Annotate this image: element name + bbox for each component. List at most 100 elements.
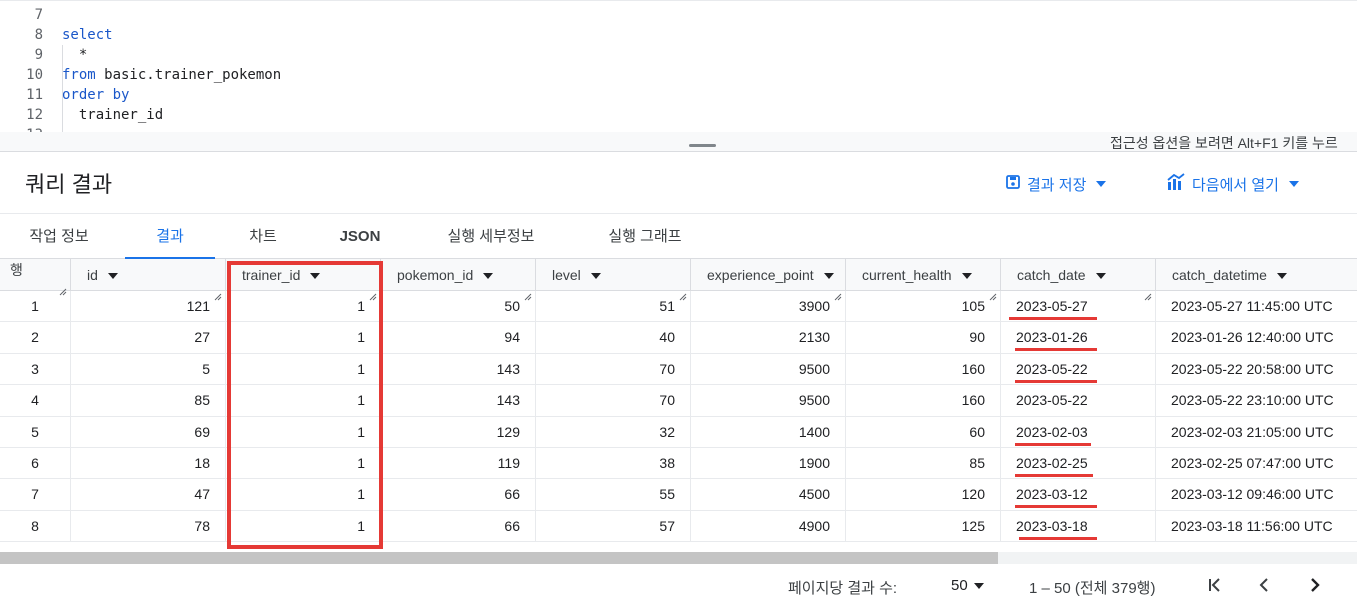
sql-editor[interactable]: 7 8 select 9 * 10 from basic.trainer_pokemon 1… (0, 0, 1357, 132)
cell-level[interactable]: 55 (536, 479, 691, 511)
column-resize-icon[interactable] (524, 280, 532, 301)
save-results-button[interactable]: 결과 저장 (1005, 170, 1107, 198)
cell-id[interactable]: 85 (71, 385, 226, 417)
cell-pokemon-id[interactable]: 66 (381, 510, 536, 542)
cell-catch-datetime[interactable]: 2023-02-25 07:47:00 UTC (1156, 448, 1357, 479)
cell-current-health[interactable]: 160 (846, 385, 1001, 417)
cell-catch-datetime[interactable]: 2023-05-27 11:45:00 UTC (1156, 291, 1357, 322)
cell-current-health[interactable]: 85 (846, 448, 1001, 479)
cell-id[interactable]: 5 (71, 353, 226, 385)
cell-id[interactable]: 69 (71, 416, 226, 448)
sort-dropdown-icon[interactable] (961, 273, 972, 280)
column-header-level[interactable]: level (536, 259, 691, 301)
cell-experience-point[interactable]: 9500 (691, 353, 846, 385)
tab-job-info[interactable]: 작업 정보 (14, 214, 104, 259)
cell-id[interactable]: 18 (71, 448, 226, 479)
column-resize-icon[interactable] (989, 280, 997, 301)
column-header-trainer-id[interactable]: trainer_id (226, 259, 381, 301)
cell-trainer-id[interactable]: 1 (226, 479, 381, 511)
drag-handle-icon[interactable] (689, 144, 716, 147)
horizontal-scrollbar-thumb[interactable] (0, 552, 998, 564)
cell-pokemon-id[interactable]: 129 (381, 416, 536, 448)
cell-catch-datetime[interactable]: 2023-01-26 12:40:00 UTC (1156, 322, 1357, 353)
cell-catch-date[interactable]: 2023-05-22 (1001, 385, 1156, 417)
sort-dropdown-icon[interactable] (310, 273, 321, 280)
column-header-current-health[interactable]: current_health (846, 259, 1001, 301)
cell-trainer-id[interactable]: 1 (226, 510, 381, 542)
cell-experience-point[interactable]: 1900 (691, 448, 846, 479)
column-resize-icon[interactable] (59, 280, 67, 296)
cell-row[interactable]: 5 (0, 416, 71, 448)
cell-trainer-id[interactable]: 1 (226, 448, 381, 479)
cell-level[interactable]: 40 (536, 322, 691, 354)
cell-pokemon-id[interactable]: 50 (381, 291, 536, 322)
previous-page-button[interactable] (1251, 574, 1277, 600)
column-resize-icon[interactable] (834, 280, 842, 301)
page-size-select[interactable]: 50 (951, 577, 984, 594)
cell-current-health[interactable]: 120 (846, 479, 1001, 511)
sort-dropdown-icon[interactable] (823, 273, 834, 280)
cell-row[interactable]: 8 (0, 510, 71, 542)
cell-experience-point[interactable]: 4900 (691, 510, 846, 542)
cell-current-health[interactable]: 105 (846, 291, 1001, 322)
cell-level[interactable]: 51 (536, 291, 691, 322)
cell-experience-point[interactable]: 4500 (691, 479, 846, 511)
editor-resize-bar[interactable]: 접근성 옵션을 보려면 Alt+F1 키를 누르 (0, 132, 1357, 152)
cell-id[interactable]: 121 (71, 291, 226, 322)
cell-current-health[interactable]: 160 (846, 353, 1001, 385)
sort-dropdown-icon[interactable] (1095, 273, 1106, 280)
cell-catch-datetime[interactable]: 2023-03-18 11:56:00 UTC (1156, 511, 1357, 542)
cell-trainer-id[interactable]: 1 (226, 322, 381, 354)
cell-id[interactable]: 27 (71, 322, 226, 354)
column-resize-icon[interactable] (679, 280, 687, 301)
cell-row[interactable]: 7 (0, 479, 71, 511)
cell-row[interactable]: 1 (0, 291, 71, 322)
sort-dropdown-icon[interactable] (483, 273, 494, 280)
column-resize-icon[interactable] (1144, 280, 1152, 301)
tab-json[interactable]: JSON (325, 214, 395, 259)
cell-catch-datetime[interactable]: 2023-02-03 21:05:00 UTC (1156, 417, 1357, 448)
cell-experience-point[interactable]: 3900 (691, 291, 846, 322)
cell-level[interactable]: 32 (536, 416, 691, 448)
column-header-id[interactable]: id (71, 259, 226, 301)
cell-catch-datetime[interactable]: 2023-05-22 20:58:00 UTC (1156, 354, 1357, 385)
cell-pokemon-id[interactable]: 119 (381, 448, 536, 479)
open-in-button[interactable]: 다음에서 열기 (1166, 170, 1299, 198)
tab-execution-details[interactable]: 실행 세부정보 (428, 214, 554, 259)
tab-execution-graph[interactable]: 실행 그래프 (590, 214, 700, 259)
cell-pokemon-id[interactable]: 143 (381, 385, 536, 417)
cell-experience-point[interactable]: 1400 (691, 416, 846, 448)
cell-pokemon-id[interactable]: 94 (381, 322, 536, 354)
cell-trainer-id[interactable]: 1 (226, 353, 381, 385)
column-resize-icon[interactable] (369, 280, 377, 301)
sort-dropdown-icon[interactable] (107, 273, 118, 280)
cell-pokemon-id[interactable]: 143 (381, 353, 536, 385)
cell-catch-datetime[interactable]: 2023-05-22 23:10:00 UTC (1156, 385, 1357, 416)
cell-level[interactable]: 38 (536, 448, 691, 479)
cell-current-health[interactable]: 90 (846, 322, 1001, 354)
table-row[interactable]: 6 18 1 119 38 1900 85 2023-02-25 2023-02-25 07:4… (0, 448, 1357, 480)
cell-id[interactable]: 47 (71, 479, 226, 511)
table-row[interactable]: 8 78 1 66 57 4900 125 2023-03-18 2023-03-18 11:5… (0, 510, 1357, 543)
sort-dropdown-icon[interactable] (590, 273, 601, 280)
cell-experience-point[interactable]: 9500 (691, 385, 846, 417)
cell-row[interactable]: 2 (0, 322, 71, 354)
column-header-catch-date[interactable]: catch_date (1001, 259, 1156, 301)
column-header-pokemon-id[interactable]: pokemon_id (381, 259, 536, 301)
cell-level[interactable]: 57 (536, 510, 691, 542)
column-resize-icon[interactable] (214, 280, 222, 301)
cell-id[interactable]: 78 (71, 510, 226, 542)
cell-level[interactable]: 70 (536, 385, 691, 417)
tab-chart[interactable]: 차트 (225, 214, 301, 259)
first-page-button[interactable] (1202, 574, 1228, 600)
table-row[interactable]: 2 27 1 94 40 2130 90 2023-01-26 2023-01-26 12:40… (0, 322, 1357, 354)
table-row[interactable]: 7 47 1 66 55 4500 120 2023-03-12 2023-03-12 09:4… (0, 479, 1357, 511)
cell-trainer-id[interactable]: 1 (226, 416, 381, 448)
cell-trainer-id[interactable]: 1 (226, 291, 381, 322)
column-header-catch-datetime[interactable]: catch_datetime (1156, 259, 1357, 291)
cell-current-health[interactable]: 125 (846, 510, 1001, 542)
table-row[interactable]: 4 85 1 143 70 9500 160 2023-05-22 2023-05-22 23:… (0, 385, 1357, 417)
cell-catch-datetime[interactable]: 2023-03-12 09:46:00 UTC (1156, 479, 1357, 510)
cell-row[interactable]: 4 (0, 385, 71, 417)
column-header-experience-point[interactable]: experience_point (691, 259, 846, 301)
